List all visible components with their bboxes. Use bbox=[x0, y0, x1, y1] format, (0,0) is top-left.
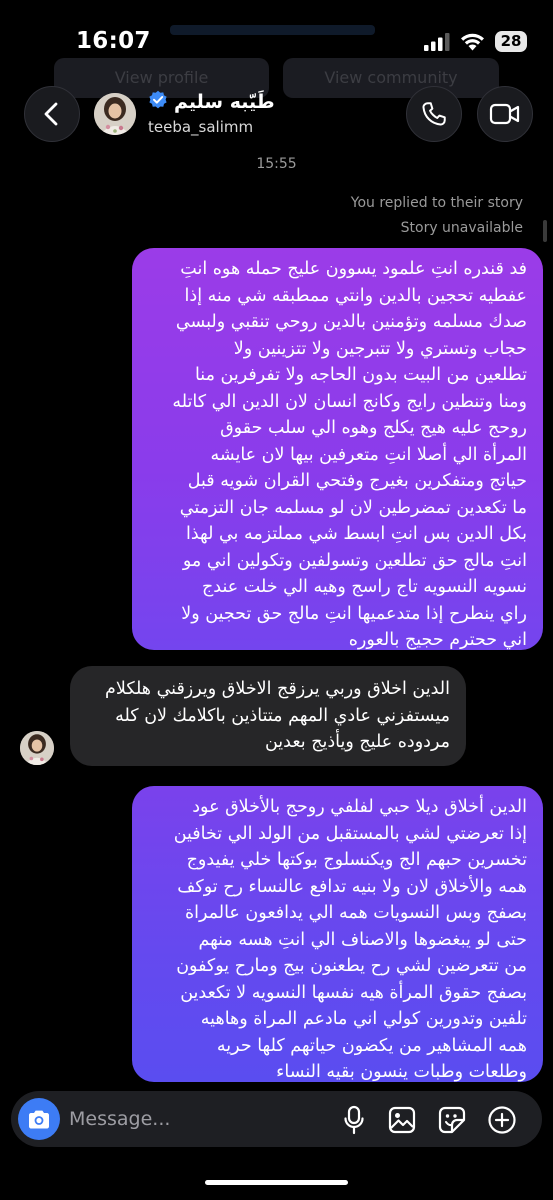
contact-avatar[interactable] bbox=[94, 93, 136, 135]
contact-handle[interactable]: teeba_salimm bbox=[148, 118, 253, 136]
story-preview-edge bbox=[543, 220, 547, 242]
back-button[interactable] bbox=[24, 86, 80, 142]
message-line: نسويه النسويه تاج راسج وهيه الي خلت عندج bbox=[202, 577, 527, 597]
message-line: حجاب وتستري ولا تتبرجين ولا تتزينين ولا bbox=[233, 338, 527, 359]
message-line: إذا تعرضتي لشي بالمستقبل من الولد الي تخ… bbox=[173, 823, 527, 844]
message-line: وطلعات وطبات ينسون بقيه النساء bbox=[276, 1062, 527, 1082]
gallery-button[interactable] bbox=[387, 1105, 417, 1135]
camera-icon bbox=[29, 1110, 49, 1128]
contact-name-row[interactable]: طَيّبه سليم bbox=[148, 90, 275, 114]
message-line: بكل الدين بس انتِ ابسط شي مملتزمه بي لهذ… bbox=[185, 524, 527, 544]
message-line: فد قندره انتِ علمود يسوون عليج حمله هوه … bbox=[180, 259, 527, 279]
message-line: الدين اخلاق وربي يرزقج الاخلاق ويرزقني ه… bbox=[105, 679, 450, 699]
message-line: من تتعرضين لشي رح يطعنون بيج ومارح يوكفو… bbox=[176, 956, 527, 976]
message-line: عفطيه تحجين بالدين وانتي ممطبقه شي منه إ… bbox=[184, 285, 527, 306]
message-line: راي ينطرح إذا متدعميها انتِ مالج حق تحجي… bbox=[181, 603, 527, 624]
message-line: الدين أخلاق ديلا حبي لفلفي روحج بالأخلاق… bbox=[192, 797, 527, 817]
video-call-button[interactable] bbox=[477, 86, 533, 142]
sender-avatar[interactable] bbox=[20, 731, 54, 765]
message-bubble-incoming[interactable]: الدين اخلاق وربي يرزقج الاخلاق ويرزقني ه… bbox=[70, 666, 466, 766]
message-line: مردوده عليج ويأذيج بعدين bbox=[264, 732, 450, 752]
story-reply-note: You replied to their story bbox=[350, 195, 523, 211]
verified-badge-icon bbox=[148, 90, 168, 114]
contact-name: طَيّبه سليم bbox=[174, 91, 275, 113]
message-line: همه المشاهير من يكضون حياتهم كلها حريه bbox=[216, 1035, 527, 1056]
message-line: بصفج حقوق المرأة هيه نفسها النسويه لا تك… bbox=[180, 982, 527, 1003]
message-bubble-outgoing[interactable]: فد قندره انتِ علمود يسوون عليج حمله هوه … bbox=[132, 248, 543, 650]
avatar-image bbox=[94, 93, 136, 135]
message-line: حياتج ومتفكرين بغيرج وفتحي القران شويه ق… bbox=[187, 471, 527, 491]
message-bubble-outgoing[interactable]: الدين أخلاق ديلا حبي لفلفي روحج بالأخلاق… bbox=[132, 786, 543, 1082]
microphone-button[interactable] bbox=[339, 1105, 369, 1135]
message-input[interactable] bbox=[69, 1105, 269, 1133]
call-button[interactable] bbox=[406, 86, 462, 142]
sticker-icon bbox=[438, 1106, 466, 1134]
message-line: صدك مسلمه وتؤمنين بالدين روحي تنقبي ولبس… bbox=[175, 312, 527, 332]
message-line: ما تكعدين تمضرطين لان لو مسلمه جان التزم… bbox=[179, 497, 527, 518]
sticker-button[interactable] bbox=[437, 1105, 467, 1135]
thread-timestamp: 15:55 bbox=[256, 156, 297, 172]
video-camera-icon bbox=[489, 103, 520, 125]
chevron-left-icon bbox=[44, 102, 58, 126]
story-status: Story unavailable bbox=[400, 220, 523, 236]
plus-circle-icon bbox=[488, 1106, 516, 1134]
message-line: همه والأخلاق لان ولا بنيه تدافع عالنساء … bbox=[177, 876, 527, 897]
phone-icon bbox=[422, 102, 446, 126]
image-icon bbox=[388, 1106, 416, 1134]
message-line: ميستفزني عادي المهم متتاذين باكلامك لان … bbox=[115, 705, 450, 726]
message-line: تلفين وتدورين كولي اني مادعم المراة وهاه… bbox=[200, 1009, 527, 1029]
message-line: اني ححترم حجيج بالعوره bbox=[348, 630, 527, 650]
more-actions-button[interactable] bbox=[487, 1105, 517, 1135]
message-line: حتى لو يبغضوها والاصناف الي انتِ هسه منه… bbox=[198, 929, 527, 950]
message-line: تطلعين من البيت بدون الحاجه ولا تفرفرين … bbox=[194, 365, 527, 385]
message-composer bbox=[11, 1091, 542, 1147]
message-line: تخسرين حبهم الج ويكنسلوج بوكتها خلي يفيد… bbox=[186, 850, 527, 870]
chat-header: طَيّبه سليم teeba_salimm bbox=[0, 84, 553, 144]
background-link bbox=[170, 25, 375, 35]
message-line: روحج عليه هيج يكلج وهوه الي سلب حقوق bbox=[220, 418, 527, 438]
microphone-icon bbox=[344, 1105, 364, 1135]
camera-button[interactable] bbox=[18, 1098, 60, 1140]
home-indicator[interactable] bbox=[205, 1180, 348, 1185]
message-line: ومنا وتنطين رايج وكانج انسان لان الدين ا… bbox=[172, 391, 527, 412]
avatar-image bbox=[20, 731, 54, 765]
message-line: بصفج وبس النسويات همه الي يدافعون عالمرا… bbox=[184, 903, 527, 923]
message-line: انتِ مالج حق تطلعين وتسولفين وتكولين اني… bbox=[182, 550, 527, 571]
message-line: المرأة الي أصلا انتِ متعرفين بيها لان عا… bbox=[210, 444, 527, 465]
